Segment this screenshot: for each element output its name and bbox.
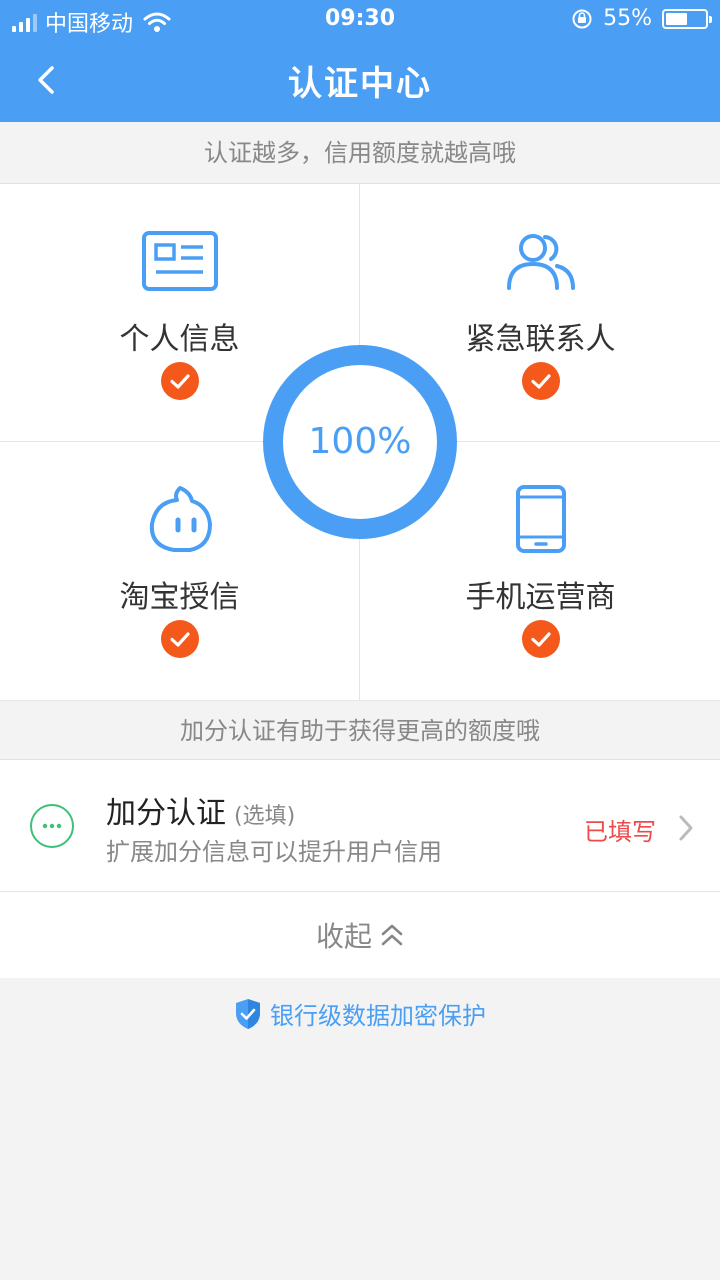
check-icon <box>160 620 199 658</box>
collapse-label: 收起 <box>315 920 372 953</box>
bonus-certification-row[interactable]: 加分认证 (选填) 扩展加分信息可以提升用户信用 已填写 <box>0 760 720 892</box>
mobile-phone-icon <box>515 485 566 553</box>
check-icon <box>521 620 560 658</box>
status-bar: 中国移动 09:30 55% <box>0 0 720 40</box>
check-icon <box>160 362 199 400</box>
bonus-title-wrap: 加分认证 (选填) <box>106 788 295 832</box>
more-dots-icon <box>30 804 74 848</box>
bonus-title: 加分认证 <box>106 796 226 831</box>
progress-value: 100% <box>308 421 412 462</box>
security-label: 银行级数据加密保护 <box>270 1002 486 1030</box>
tip-bonus: 加分认证有助于获得更高的额度哦 <box>0 700 720 760</box>
bonus-description: 扩展加分信息可以提升用户信用 <box>106 838 442 866</box>
orientation-lock-icon <box>572 9 592 28</box>
shield-check-icon <box>236 998 260 1029</box>
double-chevron-up-icon <box>381 924 403 946</box>
chevron-right-icon <box>679 815 693 841</box>
progress-ring: 100% <box>263 345 457 539</box>
id-card-icon <box>141 231 218 291</box>
battery-fill <box>666 12 687 25</box>
page-title: 认证中心 <box>288 64 432 104</box>
tip-top: 认证越多，信用额度就越高哦 <box>0 124 720 184</box>
battery-percent: 55% <box>603 6 652 31</box>
app-header: 中国移动 09:30 55% 认证中心 <box>0 0 720 122</box>
collapse-button[interactable]: 收起 <box>0 892 720 978</box>
taobao-icon <box>149 486 212 552</box>
contacts-icon <box>506 234 575 290</box>
item-label: 淘宝授信 <box>119 580 240 615</box>
item-label: 手机运营商 <box>465 580 616 615</box>
bonus-status: 已填写 <box>584 818 656 846</box>
bonus-optional: (选填) <box>234 804 296 829</box>
status-right: 55% <box>571 6 712 31</box>
battery-icon <box>662 8 712 29</box>
security-notice: 银行级数据加密保护 <box>0 996 720 1031</box>
check-icon <box>521 362 560 400</box>
